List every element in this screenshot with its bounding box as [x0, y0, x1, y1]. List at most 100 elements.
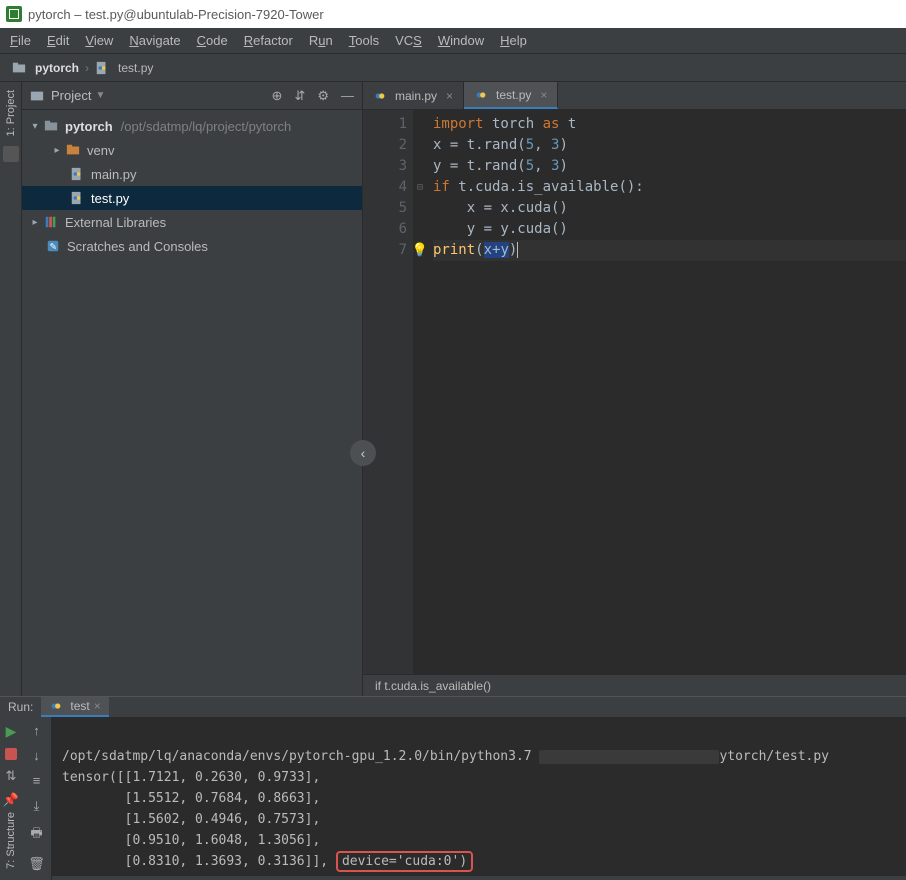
- console-line: tensor([[1.7121, 0.2630, 0.9733],: [62, 770, 320, 785]
- menu-window[interactable]: Window: [438, 33, 484, 48]
- lightbulb-icon[interactable]: 💡: [412, 243, 428, 258]
- python-file-icon: [373, 89, 387, 103]
- collapse-all-icon[interactable]: ⇵: [294, 88, 305, 104]
- line-number: 6: [363, 219, 407, 240]
- project-tree: ▾ pytorch /opt/sdatmp/lq/project/pytorch…: [22, 110, 362, 696]
- code-token: ): [559, 137, 567, 153]
- redacted-path: [539, 750, 719, 764]
- project-pane-title[interactable]: Project: [51, 88, 91, 103]
- window-titlebar: pytorch – test.py@ubuntulab-Precision-79…: [0, 0, 906, 28]
- run-body: ▶ ⇅ 📌 ↑ ↓ ≡ ⤓ 🖶 🗑 /opt/sdatmp/lq/anacond…: [0, 717, 906, 880]
- close-icon[interactable]: ×: [540, 88, 547, 102]
- run-tab[interactable]: test ×: [41, 697, 108, 717]
- line-number: 4: [363, 177, 407, 198]
- toggle-soft-wrap-icon[interactable]: ⇅: [6, 768, 17, 784]
- chevron-down-icon[interactable]: ▾: [30, 121, 40, 132]
- code-token: ): [509, 242, 517, 258]
- close-icon[interactable]: ×: [94, 699, 101, 713]
- line-number: 1: [363, 114, 407, 135]
- editor-tabs: main.py × test.py ×: [363, 82, 906, 110]
- python-file-icon: [474, 88, 488, 102]
- main-area: 1: Project Project ▼ ⊕ ⇵ ⚙ — ▾ pytorch /…: [0, 82, 906, 696]
- code-token: ): [559, 158, 567, 174]
- tree-test[interactable]: test.py: [22, 186, 362, 210]
- run-header: Run: test ×: [0, 697, 906, 717]
- chevron-right-icon[interactable]: ▸: [30, 217, 40, 228]
- editor-breadcrumb[interactable]: if t.cuda.is_available(): [363, 674, 906, 696]
- wrap-icon[interactable]: ≡: [33, 773, 41, 788]
- menu-refactor[interactable]: Refactor: [244, 33, 293, 48]
- path-breadcrumb: pytorch › test.py: [0, 54, 906, 82]
- window-title: pytorch – test.py@ubuntulab-Precision-79…: [28, 7, 324, 22]
- menu-bar: File Edit View Navigate Code Refactor Ru…: [0, 28, 906, 54]
- dropdown-icon[interactable]: ▼: [95, 90, 105, 101]
- print-icon[interactable]: 🖶: [30, 824, 42, 846]
- run-icon[interactable]: ▶: [6, 723, 17, 740]
- tree-root[interactable]: ▾ pytorch /opt/sdatmp/lq/project/pytorch: [22, 114, 362, 138]
- console-cmd-a: /opt/sdatmp/lq/anaconda/envs/pytorch-gpu…: [62, 749, 539, 764]
- code-area[interactable]: import torch as t x = t.rand(5, 3) y = t…: [427, 110, 906, 674]
- folder-icon: [44, 119, 58, 133]
- code-token: ,: [534, 137, 551, 153]
- menu-vcs[interactable]: VCS: [395, 33, 422, 48]
- menu-file[interactable]: File: [10, 33, 31, 48]
- tree-root-path: /opt/sdatmp/lq/project/pytorch: [121, 119, 292, 134]
- run-actions-secondary: ↑ ↓ ≡ ⤓ 🖶 🗑: [22, 717, 52, 880]
- code-token: t: [559, 116, 576, 132]
- code-token: 5: [526, 158, 534, 174]
- line-number: 7: [363, 240, 407, 261]
- menu-code[interactable]: Code: [197, 33, 228, 48]
- scroll-to-end-icon[interactable]: ⤓: [34, 798, 40, 814]
- project-icon: [30, 89, 44, 103]
- menu-navigate[interactable]: Navigate: [129, 33, 180, 48]
- tree-main[interactable]: main.py: [22, 162, 362, 186]
- code-token: y = y.cuda(): [433, 221, 568, 237]
- project-pane-header: Project ▼ ⊕ ⇵ ⚙ —: [22, 82, 362, 110]
- breadcrumb-file[interactable]: test.py: [118, 61, 153, 75]
- rail-icon[interactable]: [3, 146, 19, 162]
- down-icon[interactable]: ↓: [33, 748, 40, 763]
- chevron-right-icon: ›: [85, 61, 89, 75]
- up-icon[interactable]: ↑: [33, 723, 40, 738]
- tab-main[interactable]: main.py ×: [363, 82, 464, 109]
- menu-run[interactable]: Run: [309, 33, 333, 48]
- stop-icon[interactable]: [5, 748, 17, 760]
- code-token: torch: [484, 116, 543, 132]
- menu-view[interactable]: View: [85, 33, 113, 48]
- locate-icon[interactable]: ⊕: [272, 88, 283, 104]
- python-file-icon: [70, 167, 84, 181]
- tree-scratches[interactable]: ✎ Scratches and Consoles: [22, 234, 362, 258]
- collapse-sidebar-button[interactable]: ‹: [350, 440, 376, 466]
- hide-icon[interactable]: —: [341, 88, 354, 104]
- tab-main-label: main.py: [395, 89, 437, 103]
- settings-gear-icon[interactable]: ⚙: [317, 88, 329, 104]
- menu-edit[interactable]: Edit: [47, 33, 69, 48]
- close-icon[interactable]: ×: [446, 89, 453, 103]
- line-number: 3: [363, 156, 407, 177]
- tree-venv[interactable]: ▸ venv: [22, 138, 362, 162]
- rail-tab-project[interactable]: 1: Project: [3, 86, 19, 140]
- code-token: import: [433, 116, 484, 132]
- code-token: if: [433, 179, 458, 195]
- run-label: Run:: [8, 700, 33, 714]
- breadcrumb-root[interactable]: pytorch: [35, 61, 79, 75]
- line-number: 5: [363, 198, 407, 219]
- console-output[interactable]: /opt/sdatmp/lq/anaconda/envs/pytorch-gpu…: [52, 717, 906, 880]
- line-number: 2: [363, 135, 407, 156]
- rail-tab-structure[interactable]: 7: Structure: [5, 812, 17, 869]
- console-line: [1.5512, 0.7684, 0.8663],: [62, 791, 320, 806]
- menu-tools[interactable]: Tools: [349, 33, 379, 48]
- tab-test[interactable]: test.py ×: [464, 82, 558, 109]
- menu-help[interactable]: Help: [500, 33, 527, 48]
- console-line: [0.8310, 1.3693, 0.3136]],: [62, 854, 336, 869]
- tree-external-libs[interactable]: ▸ External Libraries: [22, 210, 362, 234]
- fold-icon[interactable]: ⊟: [413, 177, 427, 198]
- library-icon: [44, 215, 58, 229]
- app-icon: [6, 6, 22, 22]
- editor-body[interactable]: 1 2 3 4 5 6 7 ⊟ 💡 import torch as t x = …: [363, 110, 906, 674]
- run-tool-window: Run: test × ▶ ⇅ 📌 ↑ ↓ ≡ ⤓ 🖶 🗑 /opt/sdatm…: [0, 696, 906, 876]
- chevron-right-icon[interactable]: ▸: [52, 145, 62, 156]
- trash-icon[interactable]: 🗑: [28, 856, 45, 872]
- code-token: ,: [534, 158, 551, 174]
- left-bottom-rail: 7: Structure: [0, 800, 22, 880]
